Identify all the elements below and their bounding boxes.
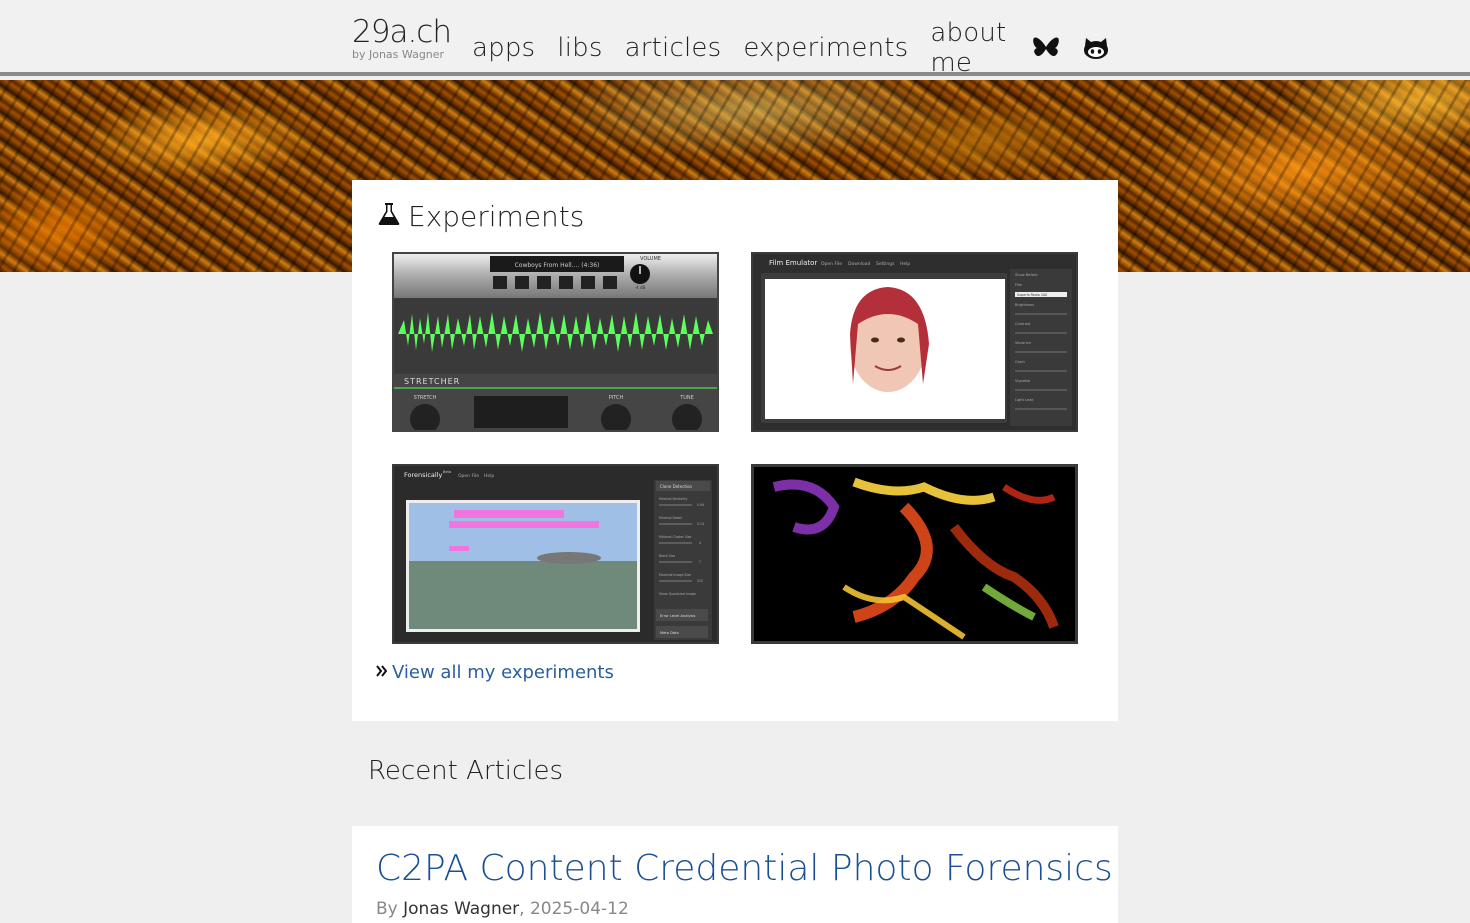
forensically-show-quantized: Show Quantized Image (659, 592, 696, 596)
track-title: Cowboys From Hell.... (4:36) (515, 262, 600, 269)
main-nav: apps libs articles experiments about me (472, 18, 1132, 78)
experiments-heading: Experiments (378, 200, 584, 233)
fluid-art-image (754, 467, 1075, 641)
article-by-label: By (376, 899, 398, 919)
knob-tune-label: TUNE (679, 395, 694, 401)
site-subtitle: by Jonas Wagner (352, 48, 445, 61)
film-control-light-leak: Light Leak (1015, 398, 1034, 402)
nav-about-me[interactable]: about me (930, 18, 1010, 78)
forensically-meta-data: Meta Data (660, 631, 679, 635)
nav-articles[interactable]: articles (625, 33, 722, 63)
view-all-experiments: View all my experiments (376, 662, 614, 683)
film-emulator-screenshot: Film Emulator Open File Download Setting… (753, 254, 1076, 430)
forensically-value-5: 512 (697, 579, 703, 583)
recent-articles-heading: Recent Articles (368, 756, 564, 786)
forensically-block-size: Block Size (659, 554, 675, 558)
knob-stretch-label: STRETCH (414, 395, 437, 401)
experiment-thumb-stretcher[interactable]: Cowboys From Hell.... (4:36) VOLUME -4 d… (392, 252, 719, 432)
article-title-link[interactable]: C2PA Content Credential Photo Forensics (376, 848, 1113, 889)
meta-separator: , (519, 899, 530, 919)
forensically-value-3: 4 (699, 541, 701, 545)
knob-pitch-label: PITCH (609, 395, 624, 401)
film-control-film: Film (1015, 283, 1023, 287)
forensically-min-cluster: Minimal Cluster Size (659, 535, 691, 539)
article-author: Jonas Wagner (403, 899, 520, 919)
view-all-experiments-link[interactable]: View all my experiments (392, 662, 614, 683)
forensically-screenshot: Forensically Beta Open File Help Clone D… (394, 466, 717, 642)
site-header: 29a.ch by Jonas Wagner apps libs article… (0, 0, 1470, 78)
film-select-value: Superia Reala 100 (1017, 293, 1047, 297)
flask-icon (378, 200, 400, 233)
site-logo[interactable]: 29a.ch by Jonas Wagner (352, 12, 452, 61)
header-inner: 29a.ch by Jonas Wagner apps libs article… (352, 0, 1132, 78)
experiments-heading-text: Experiments (408, 200, 585, 233)
film-control-show-before: Show Before (1015, 273, 1038, 277)
volume-value: -4 dB (635, 285, 646, 290)
github-icon[interactable] (1082, 33, 1110, 63)
nav-experiments[interactable]: experiments (743, 33, 908, 63)
film-menu-download: Download (848, 261, 871, 267)
film-control-contrast: Contrast (1015, 322, 1031, 326)
film-control-grain: Grain (1015, 360, 1025, 364)
experiment-thumb-film-emulator[interactable]: Film Emulator Open File Download Setting… (751, 252, 1078, 432)
forensically-min-similarity: Minimal Similarity (659, 497, 688, 501)
nav-libs[interactable]: libs (557, 33, 602, 63)
film-control-vignette: Vignette (1015, 379, 1031, 383)
experiments-card: Experiments Cowboys From Hell.... (4:36)… (352, 180, 1118, 721)
experiment-thumb-fluid-art[interactable] (751, 464, 1078, 644)
stretcher-label: STRETCHER (404, 377, 460, 386)
nav-apps[interactable]: apps (472, 33, 535, 63)
forensically-value-1: 0.94 (697, 503, 704, 507)
film-emulator-title: Film Emulator (769, 259, 817, 267)
forensically-title: Forensically (404, 471, 442, 479)
article-meta: By Jonas Wagner, 2025-04-12 (376, 899, 629, 919)
film-menu-open: Open File (821, 261, 842, 267)
forensically-value-4: 7 (699, 560, 701, 564)
forensically-ela: Error Level Analysis (660, 614, 695, 618)
article-card: C2PA Content Credential Photo Forensics … (352, 826, 1118, 923)
forensically-menu-open: Open File (458, 473, 479, 479)
film-menu-help: Help (900, 261, 910, 267)
film-menu-settings: Settings (876, 261, 895, 267)
forensically-menu-help: Help (484, 473, 494, 479)
bluesky-icon[interactable] (1032, 33, 1060, 63)
double-chevron-right-icon (376, 662, 388, 683)
forensically-value-2: 0.14 (697, 522, 704, 526)
article-date: 2025-04-12 (529, 899, 629, 919)
site-title: 29a.ch (352, 14, 452, 50)
experiment-thumb-forensically[interactable]: Forensically Beta Open File Help Clone D… (392, 464, 719, 644)
film-control-brightness: Brightness (1015, 303, 1034, 307)
forensically-min-detail: Minimal Detail (659, 516, 682, 520)
volume-label: VOLUME (640, 256, 661, 262)
forensically-max-image-size: Maximal Image Size (659, 573, 691, 577)
film-control-vibrance: Vibrance (1015, 341, 1032, 345)
stretcher-screenshot: Cowboys From Hell.... (4:36) VOLUME -4 d… (394, 254, 717, 430)
forensically-clone-detection: Clone Detection (660, 484, 693, 489)
forensically-badge: Beta (443, 470, 451, 474)
